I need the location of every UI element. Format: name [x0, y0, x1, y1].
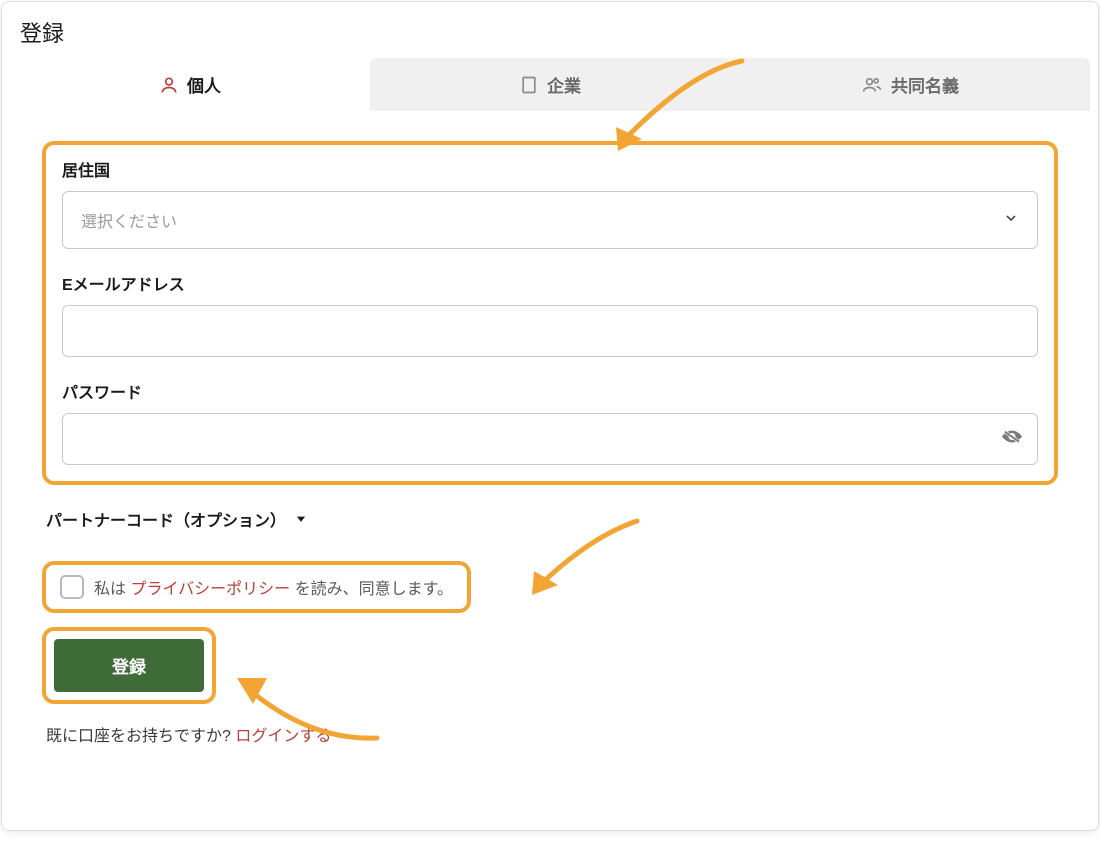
- login-footer: 既に口座をお持ちですか? ログインする: [42, 722, 1058, 746]
- partner-code-label: パートナーコード（オプション）: [46, 507, 286, 531]
- email-input[interactable]: [62, 305, 1038, 357]
- tab-joint[interactable]: 共同名義: [730, 58, 1090, 111]
- account-type-tabs: 個人 企業: [10, 58, 1090, 111]
- consent-prefix: 私は: [94, 581, 130, 598]
- registration-window: 登録 個人: [1, 1, 1099, 831]
- tab-label: 共同名義: [891, 72, 959, 97]
- form-content: 居住国 選択ください Eメールアドレス パスワード: [2, 111, 1098, 776]
- password-input[interactable]: [62, 413, 1038, 465]
- password-label: パスワード: [62, 379, 1038, 403]
- country-field-group: 居住国 選択ください: [62, 157, 1038, 249]
- consent-checkbox[interactable]: [60, 575, 84, 599]
- consent-text: 私は プライバシーポリシー を読み、同意します。: [94, 575, 453, 599]
- main-fields-highlight: 居住国 選択ください Eメールアドレス パスワード: [42, 141, 1058, 485]
- caret-down-icon: [294, 512, 308, 526]
- email-field-group: Eメールアドレス: [62, 271, 1038, 357]
- country-placeholder: 選択ください: [81, 208, 177, 232]
- chevron-down-icon: [1003, 210, 1019, 231]
- register-button[interactable]: 登録: [54, 639, 204, 692]
- person-icon: [159, 75, 179, 95]
- eye-off-icon[interactable]: [1000, 425, 1024, 454]
- password-field-group: パスワード: [62, 379, 1038, 465]
- submit-highlight: 登録: [42, 627, 216, 704]
- page-title: 登録: [2, 2, 1098, 58]
- country-label: 居住国: [62, 157, 1038, 181]
- country-select[interactable]: 選択ください: [62, 191, 1038, 249]
- building-icon: [519, 75, 539, 95]
- partner-code-expander[interactable]: パートナーコード（オプション）: [42, 507, 1058, 531]
- tab-company[interactable]: 企業: [370, 58, 730, 111]
- consent-suffix: を読み、同意します。: [290, 581, 453, 598]
- footer-text: 既に口座をお持ちですか?: [46, 728, 235, 745]
- email-label: Eメールアドレス: [62, 271, 1038, 295]
- tab-label: 個人: [187, 72, 221, 97]
- login-link[interactable]: ログインする: [235, 728, 331, 745]
- people-icon: [861, 75, 883, 95]
- tab-label: 企業: [547, 72, 581, 97]
- consent-highlight: 私は プライバシーポリシー を読み、同意します。: [42, 561, 471, 613]
- tab-individual[interactable]: 個人: [10, 58, 370, 111]
- privacy-policy-link[interactable]: プライバシーポリシー: [130, 581, 290, 598]
